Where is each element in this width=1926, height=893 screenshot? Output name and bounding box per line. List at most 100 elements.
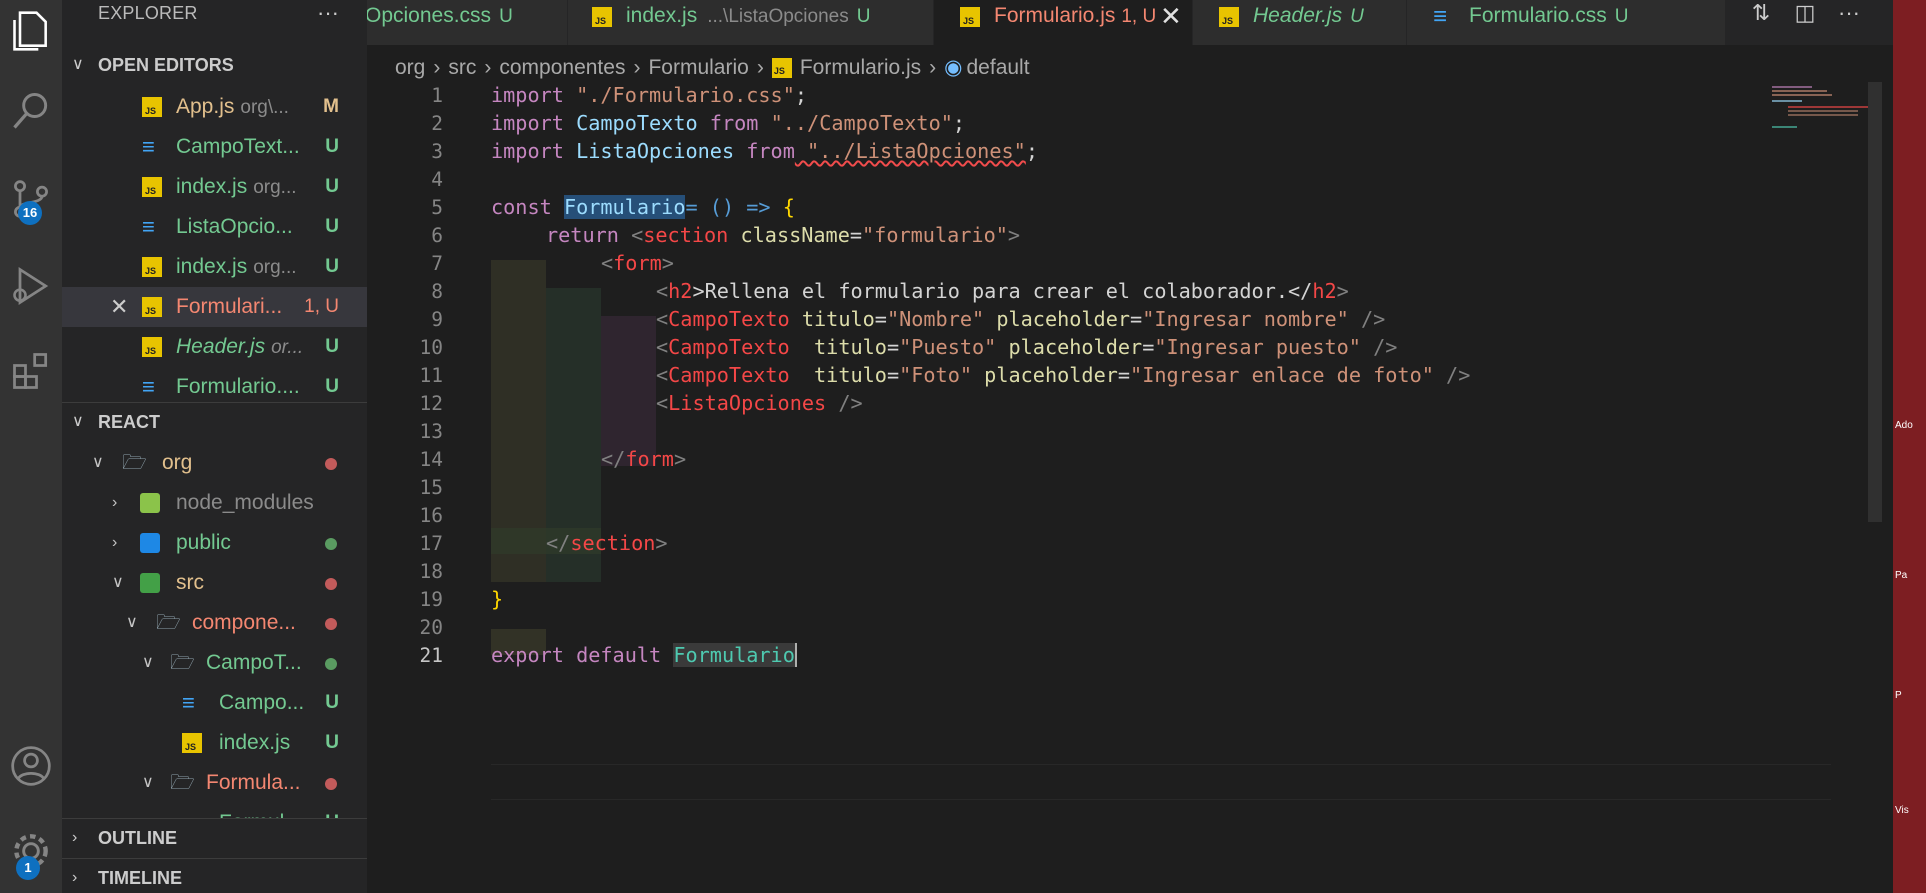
close-icon[interactable]: ✕ bbox=[110, 287, 128, 327]
css-file-icon: ≡ bbox=[142, 374, 155, 399]
code-line[interactable]: </form> bbox=[601, 447, 686, 471]
open-editor-name: ListaOpcio... bbox=[176, 215, 293, 238]
breadcrumb-item[interactable]: Formulario.js bbox=[800, 56, 921, 79]
open-editor-item[interactable]: ≡ CampoText... U bbox=[62, 127, 367, 167]
code-line[interactable]: export default Formulario bbox=[491, 643, 797, 667]
chevron-right-icon: › bbox=[112, 494, 118, 511]
desktop-icon-label[interactable]: Vis bbox=[1895, 805, 1909, 816]
tree-file[interactable]: ≡ Formul... U bbox=[62, 803, 367, 819]
open-editors-header[interactable]: ∨ OPEN EDITORS bbox=[62, 46, 367, 84]
code-line[interactable]: return <section className="formulario"> bbox=[546, 223, 1020, 247]
code-line[interactable]: <h2>Rellena el formulario para crear el … bbox=[656, 279, 1349, 303]
split-editor-icon[interactable]: ◫ bbox=[1789, 0, 1821, 32]
tag: CampoTexto bbox=[668, 335, 790, 359]
tree-folder-src[interactable]: ∨ src bbox=[62, 563, 367, 603]
identifier-highlighted: Formulario bbox=[563, 195, 686, 219]
keyword: return bbox=[546, 223, 619, 247]
punctuation: = bbox=[849, 223, 863, 247]
breadcrumb-item[interactable]: Formulario bbox=[648, 56, 748, 79]
open-editor-name: App.js bbox=[176, 95, 235, 118]
breadcrumb-item[interactable]: componentes bbox=[499, 56, 625, 79]
tab-formulario-css[interactable]: ≡ Formulario.css U bbox=[1407, 0, 1726, 45]
search-icon[interactable] bbox=[0, 80, 62, 142]
open-editor-item[interactable]: JS index.js org... U bbox=[62, 247, 367, 287]
git-status: U bbox=[325, 692, 339, 713]
code-line[interactable]: const Formulario= () => { bbox=[491, 195, 795, 219]
tree-folder-node-modules[interactable]: › node_modules bbox=[62, 483, 367, 523]
extensions-icon[interactable] bbox=[0, 340, 62, 402]
code-line[interactable]: <CampoTexto titulo="Nombre" placeholder=… bbox=[656, 307, 1385, 331]
code-line[interactable]: <CampoTexto titulo="Puesto" placeholder=… bbox=[656, 335, 1397, 359]
string: "./Formulario.css" bbox=[563, 83, 795, 107]
js-file-icon: JS bbox=[142, 257, 162, 277]
code-editor[interactable]: 1 2 3 4 5 6 7 8 9 10 11 12 13 14 15 16 1… bbox=[367, 83, 1893, 893]
vertical-scrollbar[interactable] bbox=[1868, 82, 1882, 522]
open-editor-item-active[interactable]: ✕ JS Formulari... 1, U bbox=[62, 287, 367, 327]
string: "formulario" bbox=[862, 223, 1008, 247]
open-editor-desc: org... bbox=[253, 177, 297, 198]
open-editor-item[interactable]: ≡ Formulario.... U bbox=[62, 367, 367, 407]
minimap[interactable] bbox=[1768, 82, 1868, 162]
timeline-label: TIMELINE bbox=[98, 868, 182, 888]
chevron-right-icon: › bbox=[72, 829, 78, 846]
outline-header[interactable]: › OUTLINE bbox=[62, 818, 367, 857]
code-line[interactable]: } bbox=[491, 587, 503, 611]
angle: < bbox=[656, 307, 669, 331]
tab-label: Formulario.css bbox=[1469, 4, 1607, 27]
punctuation: = bbox=[886, 335, 900, 359]
tree-file[interactable]: ≡ Campo... U bbox=[62, 683, 367, 723]
more-actions-icon[interactable]: ··· bbox=[317, 0, 339, 26]
line-number: 8 bbox=[431, 280, 443, 303]
keyword: export bbox=[491, 643, 564, 667]
desktop-icon-label[interactable]: Pa bbox=[1895, 570, 1907, 581]
open-editor-item[interactable]: JS index.js org... U bbox=[62, 167, 367, 207]
line-number-current: 21 bbox=[419, 644, 443, 667]
desktop-icon-label[interactable]: Ado bbox=[1895, 420, 1913, 431]
angle: < bbox=[656, 391, 669, 415]
tree-folder-org[interactable]: ∨ 🗁 org bbox=[62, 443, 367, 483]
explorer-icon[interactable] bbox=[0, 0, 62, 62]
breadcrumb-item[interactable]: default bbox=[967, 56, 1030, 79]
chevron-down-icon: ∨ bbox=[142, 654, 154, 671]
tree-folder-public[interactable]: › public bbox=[62, 523, 367, 563]
breadcrumb-item[interactable]: src bbox=[448, 56, 476, 79]
code-line[interactable]: <ListaOpciones /> bbox=[656, 391, 863, 415]
more-actions-icon[interactable]: ··· bbox=[1833, 0, 1865, 32]
open-changes-icon[interactable]: ⇅ bbox=[1745, 0, 1777, 32]
tab-formulario-js[interactable]: JS Formulario.js 1, U ✕ bbox=[934, 0, 1193, 45]
tree-file[interactable]: JS index.js U bbox=[62, 723, 367, 763]
tab-header-js[interactable]: JS Header.js U bbox=[1193, 0, 1407, 45]
attribute: titulo bbox=[789, 335, 887, 359]
run-debug-icon[interactable] bbox=[0, 255, 62, 317]
react-label: REACT bbox=[98, 412, 160, 432]
attribute: className bbox=[728, 223, 850, 247]
open-editor-item[interactable]: JS Header.js or... U bbox=[62, 327, 367, 367]
code-line[interactable]: import "./Formulario.css"; bbox=[491, 83, 807, 107]
code-line[interactable]: <form> bbox=[601, 251, 674, 275]
tab-index-js[interactable]: JS index.js ...\ListaOpciones U bbox=[568, 0, 934, 45]
tab-listaopciones-css[interactable]: Opciones.css U bbox=[367, 0, 568, 45]
code-line[interactable]: <CampoTexto titulo="Foto" placeholder="I… bbox=[656, 363, 1470, 387]
code-line[interactable]: import CampoTexto from "../CampoTexto"; bbox=[491, 111, 965, 135]
react-section-header[interactable]: ∨ REACT bbox=[62, 402, 367, 441]
chevron-down-icon: ∨ bbox=[92, 454, 104, 471]
line-number: 11 bbox=[419, 364, 443, 387]
tree-folder-campotexto[interactable]: ∨ 🗁 CampoT... bbox=[62, 643, 367, 683]
desktop-icon-label[interactable]: P bbox=[1895, 690, 1902, 701]
chevron-right-icon: › bbox=[756, 56, 764, 79]
accounts-icon[interactable] bbox=[0, 735, 62, 797]
open-editor-item[interactable]: JS App.js org\... M bbox=[62, 87, 367, 127]
open-editor-desc: org... bbox=[253, 257, 297, 278]
open-editor-item[interactable]: ≡ ListaOpcio... U bbox=[62, 207, 367, 247]
close-tab-icon[interactable]: ✕ bbox=[1160, 0, 1182, 32]
timeline-header[interactable]: › TIMELINE bbox=[62, 858, 367, 893]
code-line[interactable]: import ListaOpciones from "../ListaOpcio… bbox=[491, 139, 1038, 163]
keyword: default bbox=[563, 643, 674, 667]
tree-folder-componentes[interactable]: ∨ 🗁 compone... bbox=[62, 603, 367, 643]
tree-folder-formulario[interactable]: ∨ 🗁 Formula... bbox=[62, 763, 367, 803]
breadcrumb-item[interactable]: org bbox=[395, 56, 425, 79]
keyword: const bbox=[491, 195, 552, 219]
code-line[interactable]: </section> bbox=[546, 531, 668, 555]
angle: < bbox=[601, 251, 614, 275]
